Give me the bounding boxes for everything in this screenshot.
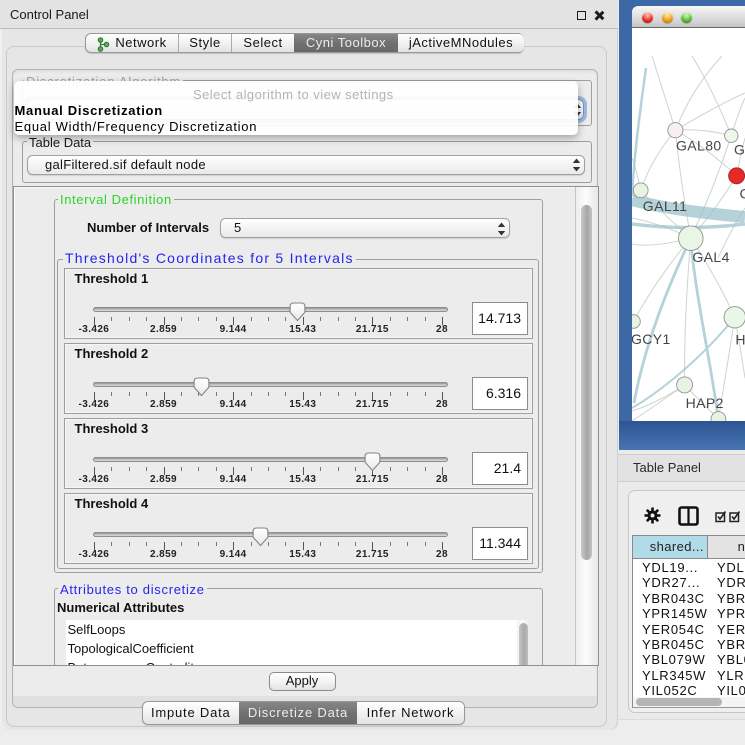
svg-text:GAL11: GAL11 [643,198,688,214]
svg-text:GCY1: GCY1 [632,331,671,347]
svg-text:C: C [740,186,745,202]
svg-text:HAP2: HAP2 [686,395,724,411]
svg-text:GAL80: GAL80 [676,138,722,154]
svg-text:GA: GA [734,142,745,158]
svg-text:GAL4: GAL4 [692,249,729,265]
svg-text:H: H [735,332,745,348]
